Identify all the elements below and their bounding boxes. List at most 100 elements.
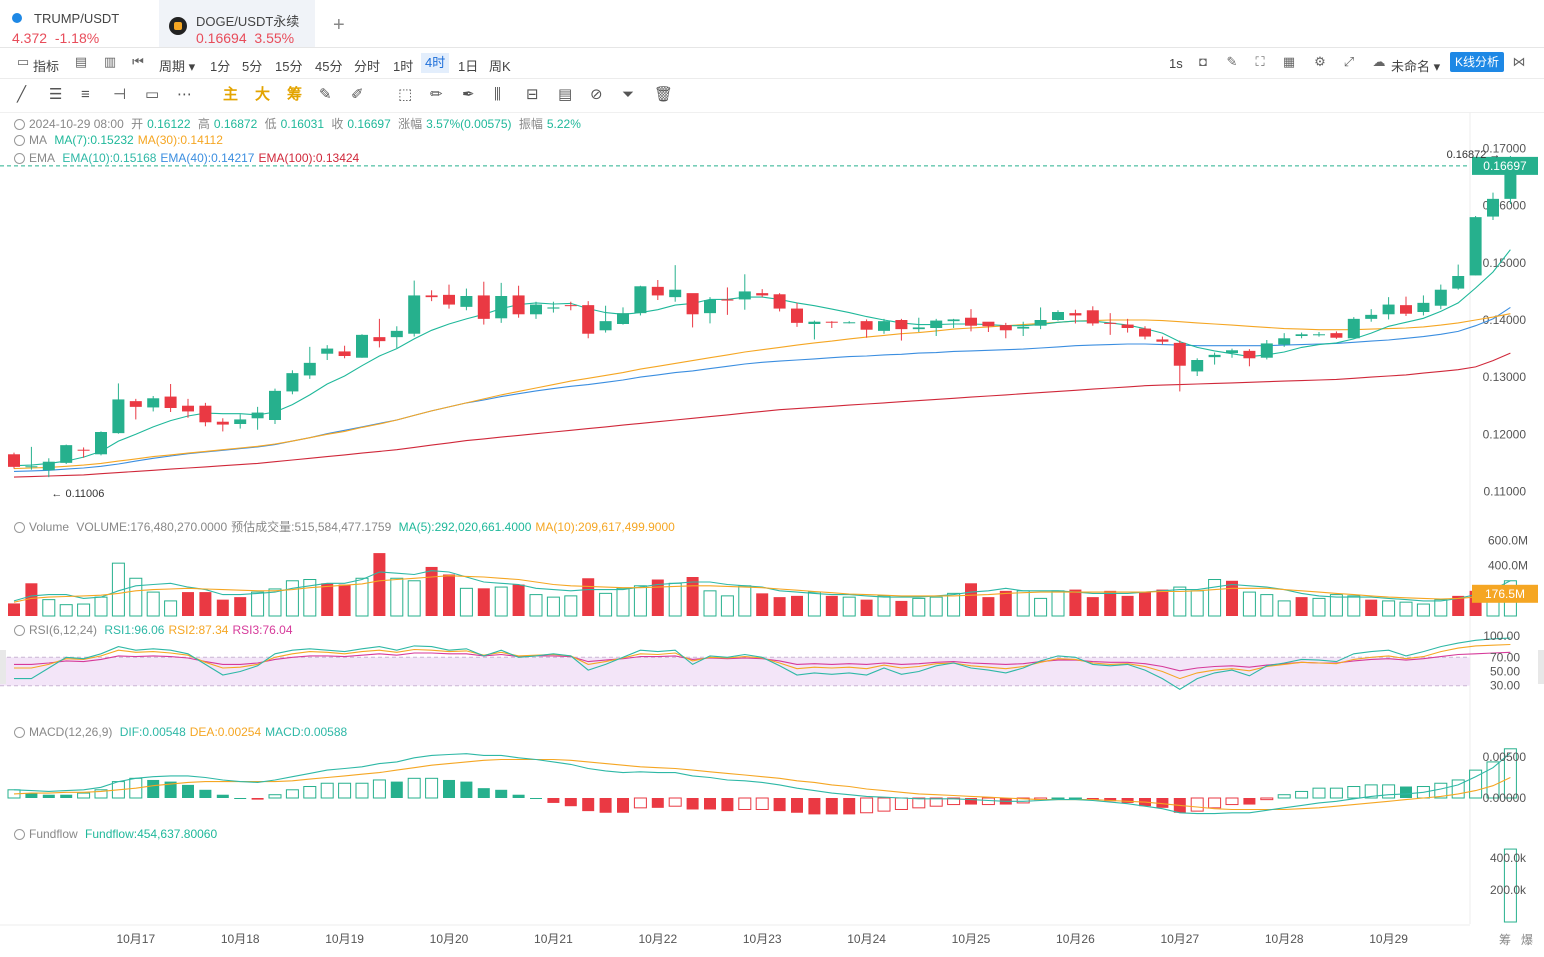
interval-5m[interactable]: 5分 [242,56,262,75]
interval-15m[interactable]: 15分 [275,56,302,75]
tab-doge-usdt[interactable]: DOGE/USDT永续 0.16694 3.55% [159,0,315,47]
chart-canvas[interactable]: 0.110000.120000.130000.140000.150000.160… [0,112,1544,957]
pencil-icon[interactable]: ✎ [1225,55,1239,69]
rsi-band [0,657,1470,686]
channel-tool-icon[interactable]: ≡ [81,87,90,103]
template-icon[interactable]: ▦ [1282,55,1296,69]
interval-45m[interactable]: 45分 [315,56,342,75]
interval-1w[interactable]: 周K [489,56,511,75]
main-force-button[interactable]: 主 [223,87,238,103]
candle-body [1052,312,1064,320]
volume-bar [1034,597,1048,617]
candle-body [42,461,55,471]
interval-timeline[interactable]: 分时 [354,56,380,75]
macd-bar [1277,794,1291,799]
candle-body [477,295,490,319]
interval-1h[interactable]: 1时 [393,56,413,75]
volume-bar [129,577,143,617]
parallel-lines-tool-icon[interactable]: ☰ [49,87,62,103]
share-icon[interactable]: ⋈ [1512,55,1526,69]
macd-bar [633,797,647,809]
time-tick-label: 10月19 [325,932,364,946]
volume-bar [425,566,438,616]
horizontal-line-tool-icon[interactable]: ⊣ [113,87,126,103]
candle-body [704,300,716,314]
interval-1m[interactable]: 1分 [210,56,230,75]
candles-tool-icon[interactable]: ⫼ [494,87,501,103]
tab-trump-usdt[interactable]: TRUMP/USDT 4.372 -1.18% [0,0,158,47]
macd-bar [199,789,212,798]
interval-1d[interactable]: 1日 [458,56,478,75]
volume-bar [77,603,91,617]
more-tools-icon[interactable]: ⋯ [177,87,192,103]
volume-bar [1329,594,1343,617]
brush-tool-icon[interactable]: ✐ [351,87,364,103]
candle-body [373,337,386,342]
macd-tick-label: 0.00500 [1483,750,1527,764]
macd-bar [460,781,473,798]
cloud-icon[interactable]: ☁ [1372,55,1386,69]
candle-body [738,291,751,300]
macd-bar [564,798,577,807]
volume-bar [1242,591,1256,617]
interval-1s[interactable]: 1s [1169,56,1183,71]
rsi-tick-label: 70.00 [1490,650,1520,664]
trash-tool-icon[interactable]: 🗑 [654,87,673,103]
volume-bar [443,574,455,616]
indicator-icon[interactable]: ▭ [16,55,30,69]
select-tool-icon[interactable]: ⬚ [398,87,412,103]
indicators-button[interactable]: 指标 [33,56,59,75]
candle-body [982,321,995,327]
left-collapse-handle[interactable] [0,650,6,684]
period-dropdown[interactable]: 周期 ▾ [159,56,195,75]
volume-bar [947,592,961,617]
add-tab-icon[interactable]: + [333,14,345,37]
high-marker-label: 0.16872 → [1447,149,1501,161]
note-tool-icon[interactable]: ▤ [558,87,572,103]
layout-name-dropdown[interactable]: 未命名 ▾ [1391,56,1440,75]
rectangle-tool-icon[interactable]: ▭ [145,87,159,103]
low-marker-label: ← 0.11006 [51,488,104,500]
time-tick-label: 10月17 [116,932,155,946]
volume-bar [1260,594,1274,617]
filter-tool-icon[interactable]: ⏷ [622,87,634,103]
candle-body [530,304,542,315]
rewind-icon[interactable]: ⏮ [131,55,145,69]
macd-bar [42,794,55,798]
candle-body [390,330,403,338]
candle-body [25,466,38,468]
layout-icon[interactable]: ▥ [103,55,117,69]
volume-bar [373,553,386,616]
candle-body [60,445,73,463]
calendar-icon[interactable]: ▤ [74,55,88,69]
pen-tool-icon[interactable]: ✒ [462,87,475,103]
camera-icon[interactable]: ◘ [1196,55,1210,69]
macd-bar [147,779,160,798]
interval-4h[interactable]: 4时 [421,53,450,73]
chips-button[interactable]: 筹 [287,87,302,103]
macd-bar [1347,786,1361,799]
candle-body [443,294,455,305]
lock-tool-icon[interactable]: ⊟ [526,87,539,103]
volume-bar [1104,590,1117,616]
candle-body [878,321,890,331]
edit-tool-icon[interactable]: ✎ [319,87,332,103]
right-collapse-handle[interactable] [1538,650,1544,684]
expand-icon[interactable]: ⤢ [1342,55,1356,69]
big-order-button[interactable]: 大 [255,87,270,103]
candle-body [1104,322,1117,324]
volume-bar [251,591,265,617]
candle-body [582,305,595,334]
volume-bar [1226,580,1238,616]
settings-icon[interactable]: ⚙ [1313,55,1327,69]
volume-bar [738,585,752,617]
fullscreen-icon[interactable]: ⛶ [1253,55,1267,69]
volume-bar [1399,601,1413,617]
kline-analysis-button[interactable]: K线分析 [1450,52,1504,72]
ruler-tool-icon[interactable]: ✏ [430,87,443,103]
volume-bar [564,595,578,617]
magnet-tool-icon[interactable]: ⊘ [590,87,603,103]
candle-body [408,295,421,334]
trendline-tool-icon[interactable]: ╱ [17,87,26,103]
macd-tick-label: 0.00000 [1483,791,1527,805]
